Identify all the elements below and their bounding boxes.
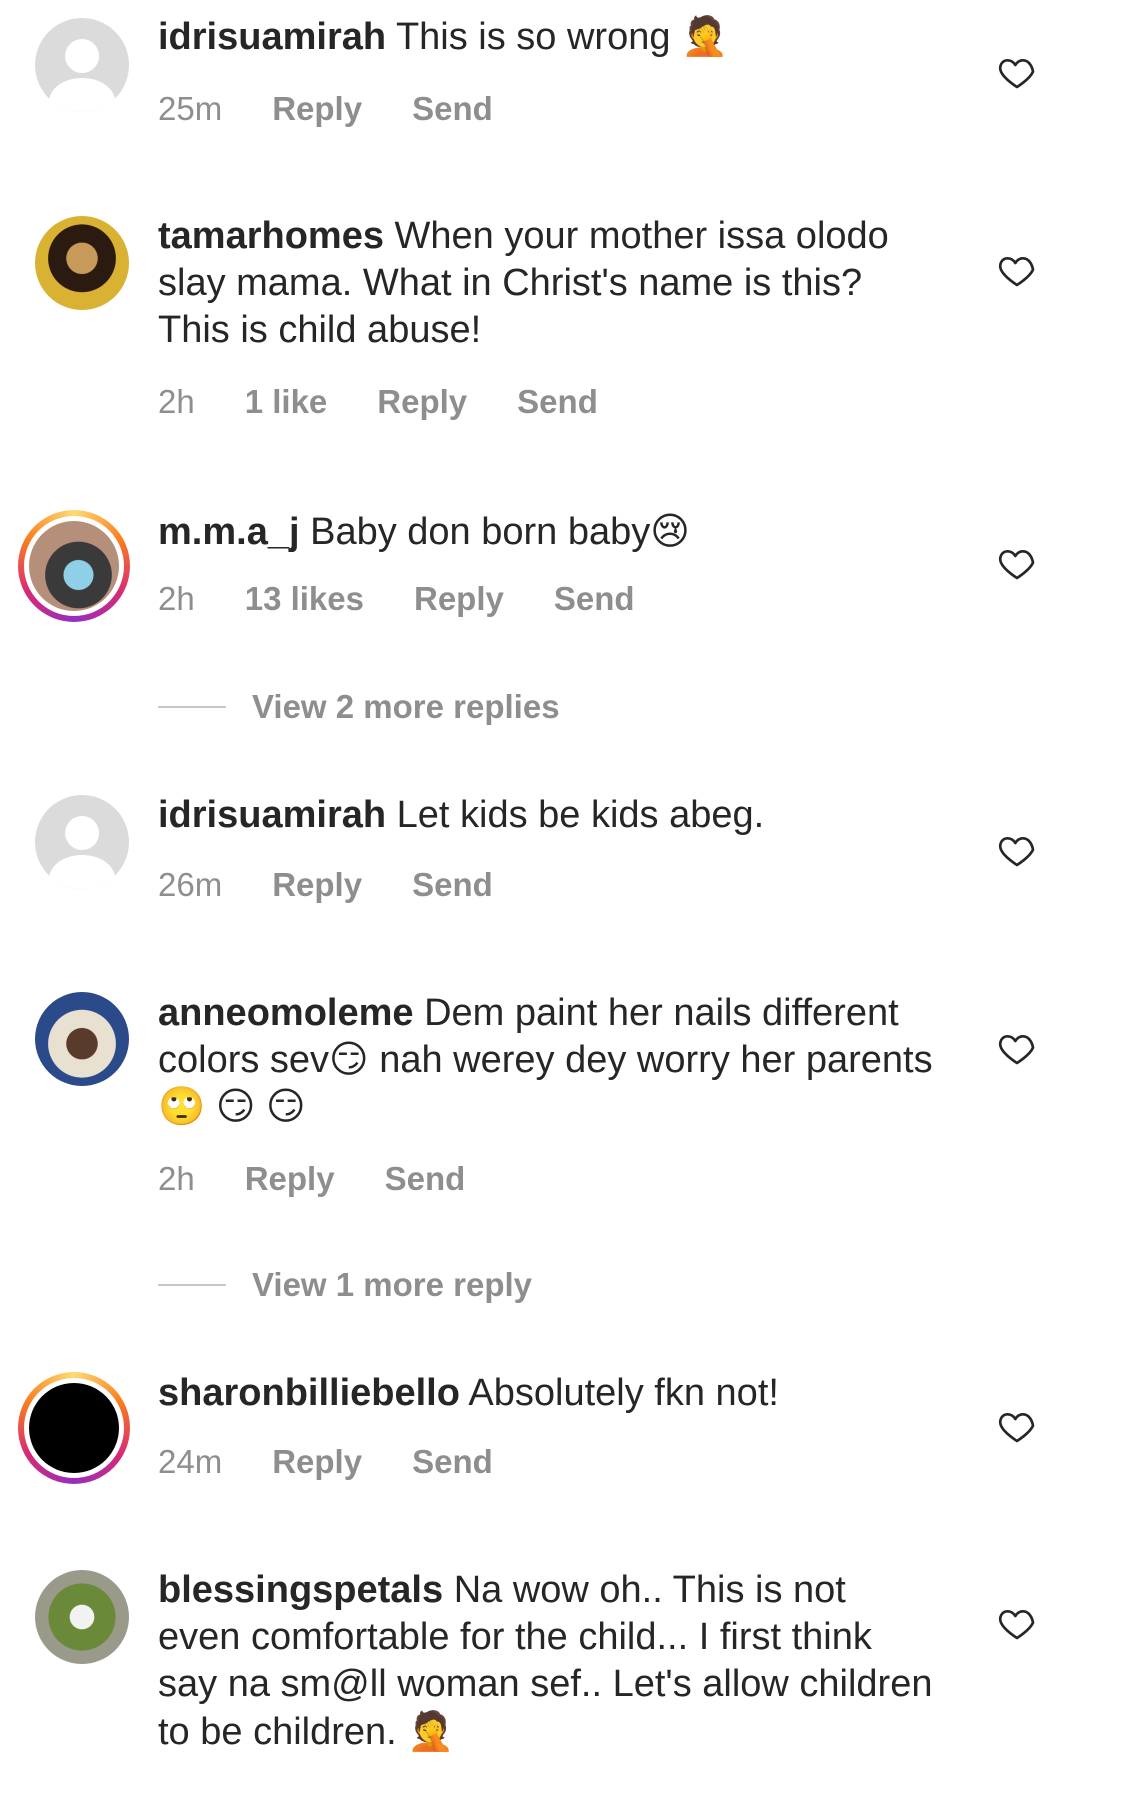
heart-icon[interactable] (997, 1603, 1037, 1643)
view-more-label[interactable]: View 2 more replies (252, 688, 560, 726)
send-button[interactable]: Send (412, 90, 493, 128)
send-button[interactable]: Send (412, 866, 493, 904)
avatar[interactable] (35, 795, 129, 889)
avatar[interactable] (35, 1570, 129, 1664)
reply-button[interactable]: Reply (377, 383, 467, 421)
comment-emoji: 🤦 (407, 1709, 455, 1753)
comment-username[interactable]: idrisuamirah (158, 794, 386, 836)
divider-line (158, 1284, 226, 1286)
comment-meta: 24m Reply Send (158, 1443, 493, 1481)
comment-meta: 26m Reply Send (158, 866, 493, 904)
reply-button[interactable]: Reply (414, 580, 504, 618)
comment-time: 24m (158, 1443, 223, 1480)
view-more-replies[interactable]: View 1 more reply (158, 1266, 532, 1304)
comment-body: tamarhomes When your mother issa olodo s… (158, 213, 938, 354)
comment-emoji: 😢 (650, 509, 690, 553)
comment-username[interactable]: tamarhomes (158, 215, 384, 257)
likes-count[interactable]: 13 likes (245, 580, 364, 618)
likes-count[interactable]: 1 like (245, 383, 328, 421)
avatar (29, 521, 119, 611)
avatar[interactable] (35, 992, 129, 1086)
heart-icon[interactable] (997, 1028, 1037, 1068)
comment-text: Let kids be kids abeg. (396, 794, 765, 836)
divider-line (158, 706, 226, 708)
reply-button[interactable]: Reply (272, 866, 362, 904)
heart-icon[interactable] (997, 830, 1037, 870)
send-button[interactable]: Send (517, 383, 598, 421)
comment-meta: 2h 13 likes Reply Send (158, 580, 635, 618)
reply-button[interactable]: Reply (272, 1443, 362, 1481)
comment-time: 2h (158, 1160, 195, 1197)
heart-icon[interactable] (997, 250, 1037, 290)
comment-text: Baby don born baby (310, 511, 651, 553)
send-button[interactable]: Send (412, 1443, 493, 1481)
comment-username[interactable]: blessingspetals (158, 1569, 443, 1611)
comment-body: anneomoleme Dem paint her nails differen… (158, 990, 938, 1131)
heart-icon[interactable] (997, 543, 1037, 583)
view-more-replies[interactable]: View 2 more replies (158, 688, 560, 726)
send-button[interactable]: Send (385, 1160, 466, 1198)
comment-time: 26m (158, 866, 223, 903)
avatar (29, 1383, 119, 1473)
reply-button[interactable]: Reply (245, 1160, 335, 1198)
comment-time: 25m (158, 90, 223, 127)
comment-username[interactable]: anneomoleme (158, 992, 414, 1034)
comment-username[interactable]: m.m.a_j (158, 511, 300, 553)
comment-body: m.m.a_j Baby don born baby😢 (158, 508, 938, 556)
comment-item: idrisuamirah Let kids be kids abeg. 26m … (0, 0, 1125, 903)
comment-username[interactable]: sharonbilliebello (158, 1372, 460, 1414)
avatar-story-ring[interactable] (18, 1372, 130, 1484)
send-button[interactable]: Send (554, 580, 635, 618)
comment-time: 2h (158, 580, 195, 617)
comment-body: sharonbilliebello Absolutely fkn not! (158, 1370, 938, 1417)
heart-icon[interactable] (997, 1406, 1037, 1446)
comment-meta: 25m Reply Send (158, 90, 493, 128)
avatar[interactable] (35, 216, 129, 310)
comment-body: blessingspetals Na wow oh.. This is not … (158, 1567, 938, 1756)
comment-time: 2h (158, 383, 195, 420)
avatar-story-ring[interactable] (18, 510, 130, 622)
comment-meta: 2h Reply Send (158, 1160, 465, 1198)
comment-meta: 2h 1 like Reply Send (158, 383, 598, 421)
reply-button[interactable]: Reply (272, 90, 362, 128)
comment-body: idrisuamirah Let kids be kids abeg. (158, 792, 938, 839)
view-more-label[interactable]: View 1 more reply (252, 1266, 532, 1304)
comment-text: Absolutely fkn not! (468, 1372, 779, 1414)
